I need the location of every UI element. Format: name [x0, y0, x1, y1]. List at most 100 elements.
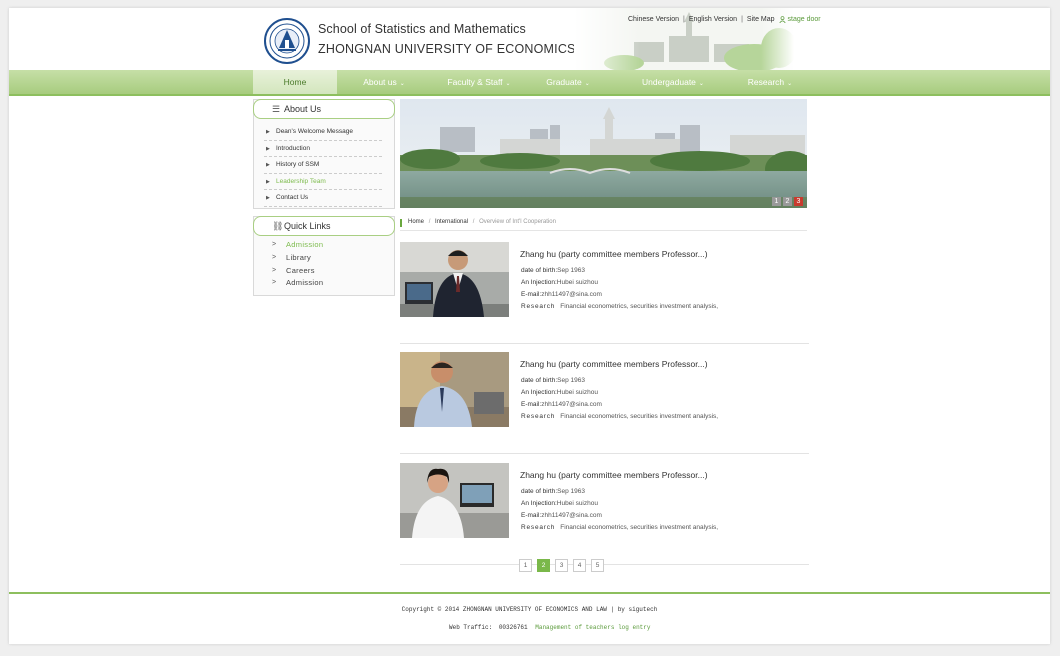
nav-label: Graduate [546, 77, 582, 87]
menu-deans-welcome[interactable]: ▶ Dean's Welcome Message [264, 124, 382, 141]
injection-value: Hubei suizhou [556, 500, 598, 507]
quick-link-library[interactable]: > Library [254, 252, 394, 265]
nav-faculty-staff[interactable]: Faculty & Staff ⌄ [429, 70, 529, 94]
stage-door-link[interactable]: stage door [778, 16, 821, 23]
person-email: E-mail:zhh11497@sina.com [521, 401, 602, 408]
research-value: Financial econometrics, securities inves… [560, 413, 719, 420]
menu-label: Introduction [276, 144, 310, 152]
copyright-text: Copyright © 2014 ZHONGNAN UNIVERSITY OF … [401, 606, 658, 613]
stage-door-label: stage door [787, 16, 821, 23]
dob-label: date of birth: [521, 488, 558, 495]
triangle-right-icon: ▶ [266, 195, 270, 201]
campus-photo [400, 99, 807, 208]
person-photo[interactable] [400, 242, 509, 317]
nav-label: About us [363, 77, 397, 87]
person-photo[interactable] [400, 352, 509, 427]
triangle-right-icon: ▶ [266, 162, 270, 168]
person-dob: date of birth:Sep 1963 [521, 377, 585, 384]
quick-link-admission-2[interactable]: > Admission [254, 277, 394, 290]
injection-value: Hubei suizhou [556, 389, 598, 396]
teacher-login-link[interactable]: Management of teachers log entry [535, 624, 650, 631]
footer: Copyright © 2014 ZHONGNAN UNIVERSITY OF … [9, 592, 1050, 644]
person-card: Zhang hu (party committee members Profes… [400, 463, 809, 565]
quick-links-box: ⛓ Quick Links > Admission > Library > Caree… [253, 216, 395, 296]
about-us-title: About Us [284, 104, 322, 114]
breadcrumb-separator: / [472, 219, 475, 225]
banner-dot-2[interactable]: 2 [783, 197, 792, 206]
school-name: School of Statistics and Mathematics [318, 22, 526, 36]
quick-link-admission[interactable]: > Admission [254, 239, 394, 252]
menu-leadership-team[interactable]: ▶ Leadership Team [264, 174, 382, 190]
menu-label: Contact Us [276, 194, 309, 201]
chevron-right-icon: > [272, 266, 277, 274]
banner-dot-1[interactable]: 1 [772, 197, 781, 206]
menu-history[interactable]: ▶ History of SSM [264, 157, 382, 174]
page-button-5[interactable]: 5 [591, 559, 604, 572]
person-injection: An Injection:Hubei suizhou [521, 500, 598, 507]
triangle-right-icon: ▶ [266, 178, 270, 185]
injection-value: Hubei suizhou [556, 279, 598, 286]
breadcrumb-home[interactable]: Home [408, 219, 424, 225]
person-dob: date of birth:Sep 1963 [521, 488, 585, 495]
person-injection: An Injection:Hubei suizhou [521, 389, 598, 396]
banner-pager: 1 2 3 [772, 197, 803, 206]
chevron-down-icon: ⌄ [584, 81, 590, 87]
injection-label: An Injection: [521, 389, 557, 396]
quick-links-heading: ⛓ Quick Links [253, 216, 395, 236]
chevron-down-icon: ⌄ [505, 81, 511, 87]
person-photo[interactable] [400, 463, 509, 538]
breadcrumb-section[interactable]: International [435, 219, 468, 225]
quick-link-label: Library [286, 252, 312, 262]
main-nav: Home About us ⌄ Faculty & Staff ⌄ Graduate… [9, 70, 1050, 96]
separator: | [741, 16, 743, 23]
english-version-link[interactable]: English Version [689, 16, 737, 23]
nav-home[interactable]: Home [253, 70, 337, 94]
dob-value: Sep 1963 [557, 267, 585, 274]
traffic-line: Web Traffic: 00326761 Management of teac… [449, 624, 650, 631]
nav-label: Faculty & Staff [447, 77, 503, 87]
chevron-right-icon: > [272, 241, 277, 248]
traffic-count: 00326761 [498, 624, 528, 631]
breadcrumb: Home / International / Overview of Int'l… [400, 219, 807, 231]
research-label: Research [521, 524, 556, 531]
nav-about-us[interactable]: About us ⌄ [344, 70, 424, 94]
page-button-2[interactable]: 2 [537, 559, 550, 572]
campus-banner[interactable]: 1 2 3 [400, 99, 807, 208]
chinese-version-link[interactable]: Chinese Version [628, 16, 679, 23]
about-us-box: ☰ About Us ▶ Dean's Welcome Message ▶ Intr… [253, 99, 395, 209]
research-value: Financial econometrics, securities inves… [560, 303, 719, 310]
banner-dot-3[interactable]: 3 [794, 197, 803, 206]
dob-label: date of birth: [521, 267, 558, 274]
chevron-down-icon: ⌄ [787, 81, 793, 87]
chevron-down-icon: ⌄ [399, 81, 405, 87]
person-research: Research Financial econometrics, securiti… [521, 303, 718, 310]
link-icon: ⛓ [272, 221, 284, 231]
menu-contact-us[interactable]: ▶ Contact Us [264, 190, 382, 207]
person-card: Zhang hu (party committee members Profes… [400, 242, 809, 344]
person-name[interactable]: Zhang hu (party committee members Profes… [520, 249, 708, 259]
menu-introduction[interactable]: ▶ Introduction [264, 141, 382, 157]
email-value[interactable]: zhh11497@sina.com [541, 401, 602, 408]
site-map-link[interactable]: Site Map [747, 16, 775, 23]
person-name[interactable]: Zhang hu (party committee members Profes… [520, 470, 708, 480]
nav-graduate[interactable]: Graduate ⌄ [527, 70, 609, 94]
nav-undergraduate[interactable]: Undergaduate ⌄ [621, 70, 725, 94]
chevron-down-icon: ⌄ [698, 81, 704, 87]
dob-value: Sep 1963 [557, 377, 585, 384]
menu-label: History of SSM [276, 161, 320, 168]
dob-value: Sep 1963 [557, 488, 585, 495]
university-logo[interactable] [264, 18, 310, 64]
nav-label: Research [747, 77, 785, 87]
email-value[interactable]: zhh11497@sina.com [541, 512, 602, 519]
research-value: Financial econometrics, securities inves… [560, 524, 719, 531]
nav-research[interactable]: Research ⌄ [735, 70, 805, 94]
breadcrumb-current: Overview of Int'l Cooperation [479, 219, 556, 225]
page-button-3[interactable]: 3 [555, 559, 568, 572]
email-value[interactable]: zhh11497@sina.com [541, 291, 602, 298]
page-button-4[interactable]: 4 [573, 559, 586, 572]
page-button-1[interactable]: 1 [519, 559, 532, 572]
list-icon: ☰ [272, 104, 281, 114]
person-research: Research Financial econometrics, securiti… [521, 524, 718, 531]
person-name[interactable]: Zhang hu (party committee members Profes… [520, 359, 708, 369]
quick-link-careers[interactable]: > Careers [254, 265, 394, 278]
